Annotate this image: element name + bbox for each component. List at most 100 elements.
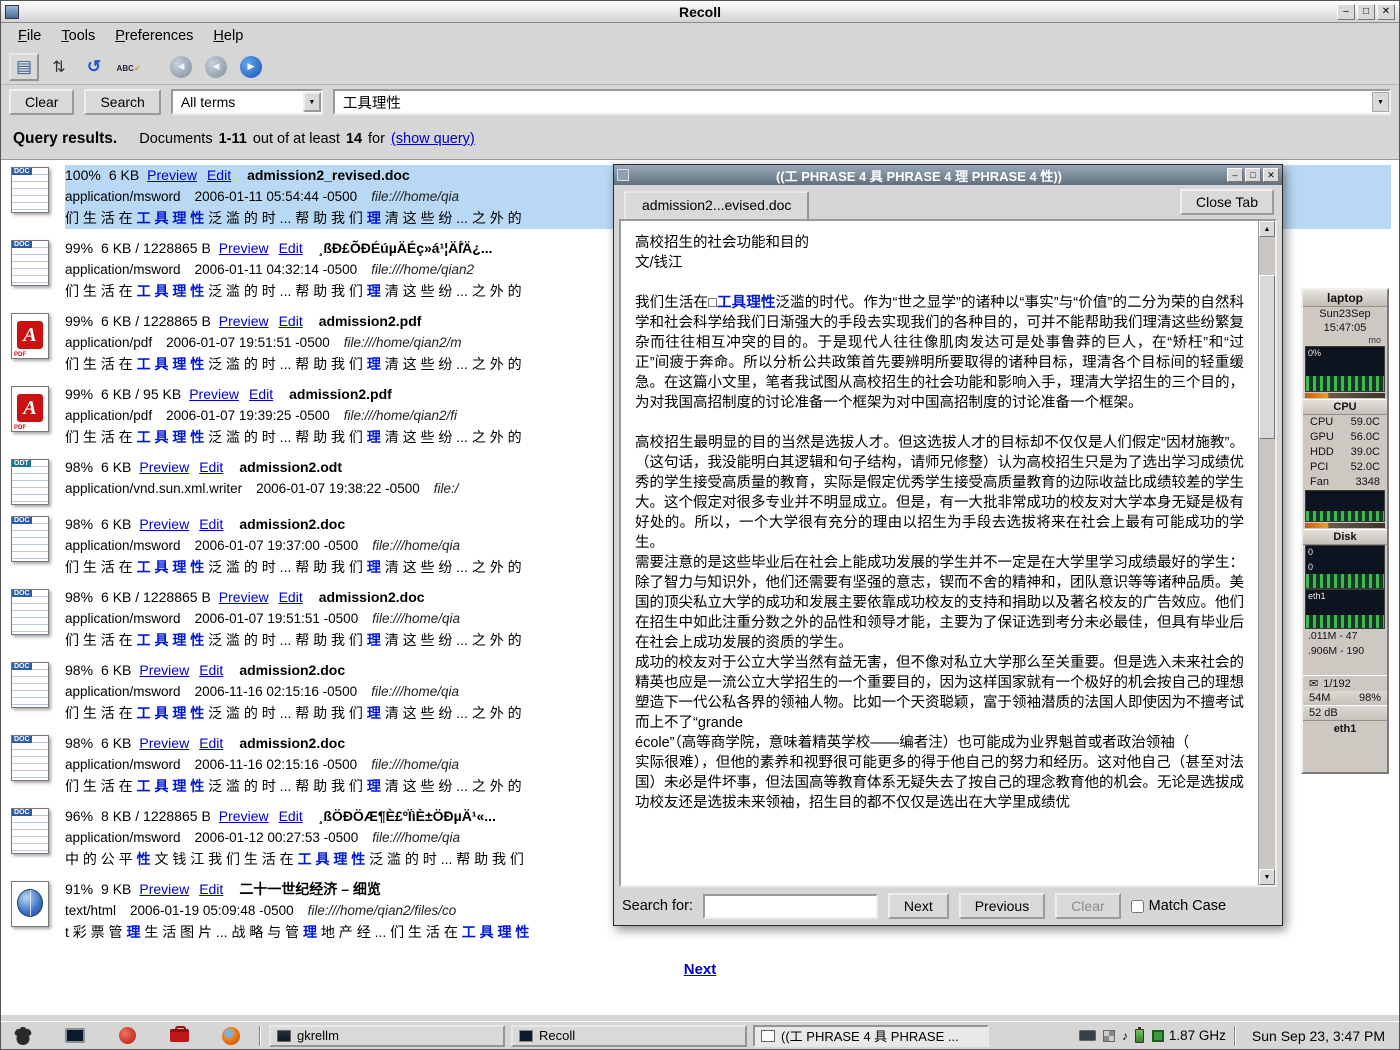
battery-icon[interactable] <box>1135 1029 1144 1043</box>
preview-link[interactable]: Preview <box>219 240 269 256</box>
match-case-checkbox[interactable] <box>1131 900 1144 913</box>
preview-task-icon <box>761 1030 775 1042</box>
scrollbar-thumb[interactable] <box>1259 275 1275 439</box>
volume-icon[interactable]: ♪ <box>1122 1030 1128 1042</box>
minimize-icon[interactable]: – <box>1337 4 1355 20</box>
maximize-icon[interactable]: □ <box>1357 4 1375 20</box>
result-mime: application/msword <box>65 757 181 772</box>
edit-link[interactable]: Edit <box>199 881 223 897</box>
show-query-link[interactable]: (show query) <box>391 131 475 147</box>
edit-link[interactable]: Edit <box>249 386 273 402</box>
cpu-frequency-value: 1.87 GHz <box>1169 1028 1226 1043</box>
next-page-icon[interactable] <box>236 53 266 81</box>
search-mode-select[interactable]: All terms ▼ <box>171 89 323 115</box>
search-bar: Clear Search All terms ▼ ▼ <box>1 85 1399 119</box>
history-icon[interactable] <box>79 53 109 81</box>
search-button[interactable]: Search <box>84 89 160 115</box>
sensor-name: GPU <box>1310 430 1334 445</box>
query-history-icon[interactable]: ▼ <box>1372 92 1389 112</box>
preview-link[interactable]: Preview <box>147 167 197 183</box>
firefox-icon <box>222 1027 240 1045</box>
preview-titlebar[interactable]: ((工 PHRASE 4 具 PHRASE 4 理 PHRASE 4 性)) –… <box>614 165 1282 185</box>
table-edit-icon[interactable] <box>9 53 39 81</box>
highlighted-term: 工 具 理 性 <box>137 283 205 299</box>
edit-link[interactable]: Edit <box>279 240 303 256</box>
menu-file[interactable]: File <box>9 25 50 47</box>
find-input[interactable] <box>703 894 878 919</box>
result-url: file:///home/qia <box>372 538 460 553</box>
preview-link[interactable]: Preview <box>219 589 269 605</box>
chevron-down-icon[interactable]: ▼ <box>303 92 321 112</box>
edit-link[interactable]: Edit <box>279 589 303 605</box>
preview-maximize-icon[interactable]: □ <box>1245 168 1261 182</box>
edit-link[interactable]: Edit <box>199 735 223 751</box>
preview-link[interactable]: Preview <box>139 881 189 897</box>
keyboard-layout-icon[interactable] <box>1079 1030 1096 1041</box>
preview-link[interactable]: Preview <box>219 313 269 329</box>
preview-link[interactable]: Preview <box>139 459 189 475</box>
result-filename: admission2.doc <box>319 589 425 605</box>
tray-applet-icon[interactable] <box>1103 1030 1115 1042</box>
menu-preferences[interactable]: Preferences <box>106 25 202 47</box>
scrollbar-track[interactable] <box>1259 237 1275 869</box>
result-size: 6 KB / 95 KB <box>101 386 181 402</box>
doc-file-icon <box>11 808 49 854</box>
firefox-icon[interactable] <box>219 1025 243 1047</box>
find-previous-button[interactable]: Previous <box>959 893 1045 919</box>
sort-icon[interactable] <box>44 53 74 81</box>
snippet-text: 清 这 些 纷 ... 之 外 的 <box>381 705 522 721</box>
edit-link[interactable]: Edit <box>207 167 231 183</box>
find-clear-button[interactable]: Clear <box>1055 893 1120 919</box>
preview-content[interactable]: 高校招生的社会功能和目的文/钱江我们生活在□工具理性泛滥的时代。作为“世之显学”… <box>621 221 1258 885</box>
close-icon[interactable]: ✕ <box>1377 4 1395 20</box>
scroll-up-icon[interactable]: ▲ <box>1259 221 1275 237</box>
result-url: file:///home/qian2/files/co <box>308 903 457 918</box>
first-page-icon[interactable] <box>166 53 196 81</box>
preview-link[interactable]: Preview <box>139 662 189 678</box>
preview-tab[interactable]: admission2...evised.doc <box>624 191 809 219</box>
terminal-icon <box>65 1028 85 1043</box>
paw-icon[interactable] <box>11 1025 35 1047</box>
close-tab-button[interactable]: Close Tab <box>1180 189 1274 215</box>
preview-close-icon[interactable]: ✕ <box>1263 168 1279 182</box>
result-size: 6 KB <box>101 735 131 751</box>
terminal-icon[interactable] <box>63 1025 87 1047</box>
memory-row: 54M 98% <box>1303 691 1387 705</box>
menu-tools[interactable]: Tools <box>52 25 104 47</box>
scroll-down-icon[interactable]: ▼ <box>1259 869 1275 885</box>
spellcheck-icon[interactable] <box>114 53 144 81</box>
edit-link[interactable]: Edit <box>279 808 303 824</box>
next-page-link[interactable]: Next <box>684 961 717 978</box>
find-label: Search for: <box>622 898 693 914</box>
taskbar-task[interactable]: gkrellm <box>269 1025 505 1047</box>
result-filename: 二十一世纪经济 – 细览 <box>239 881 381 897</box>
query-input[interactable] <box>333 89 1391 115</box>
preview-link[interactable]: Preview <box>139 735 189 751</box>
result-size: 6 KB <box>101 459 131 475</box>
disk-read-label: 0 <box>1308 547 1313 557</box>
window-titlebar[interactable]: Recoll – □ ✕ <box>1 1 1399 23</box>
snippet-text: 泛 滥 的 时 ... 帮 助 我 们 <box>204 356 367 372</box>
taskbar-task[interactable]: ((工 PHRASE 4 具 PHRASE ... <box>753 1025 989 1047</box>
result-url: file:///home/qia <box>371 684 459 699</box>
result-mime: application/vnd.sun.xml.writer <box>65 481 242 496</box>
media-player-icon[interactable] <box>115 1025 139 1047</box>
prev-page-icon[interactable] <box>201 53 231 81</box>
edit-link[interactable]: Edit <box>199 459 223 475</box>
preview-link[interactable]: Preview <box>139 516 189 532</box>
menu-help[interactable]: Help <box>204 25 252 47</box>
desktop: Recoll – □ ✕ FileToolsPreferencesHelp Cl… <box>0 0 1400 1050</box>
edit-link[interactable]: Edit <box>199 516 223 532</box>
history-icon <box>87 57 101 77</box>
preview-minimize-icon[interactable]: – <box>1227 168 1243 182</box>
find-next-button[interactable]: Next <box>888 893 949 919</box>
taskbar-task[interactable]: Recoll <box>511 1025 747 1047</box>
preview-link[interactable]: Preview <box>219 808 269 824</box>
preview-link[interactable]: Preview <box>189 386 239 402</box>
clear-button[interactable]: Clear <box>9 89 74 115</box>
edit-link[interactable]: Edit <box>199 662 223 678</box>
toolbox-icon[interactable] <box>167 1025 191 1047</box>
preview-scrollbar[interactable]: ▲ ▼ <box>1258 221 1275 885</box>
result-mime: application/pdf <box>65 335 152 350</box>
edit-link[interactable]: Edit <box>279 313 303 329</box>
